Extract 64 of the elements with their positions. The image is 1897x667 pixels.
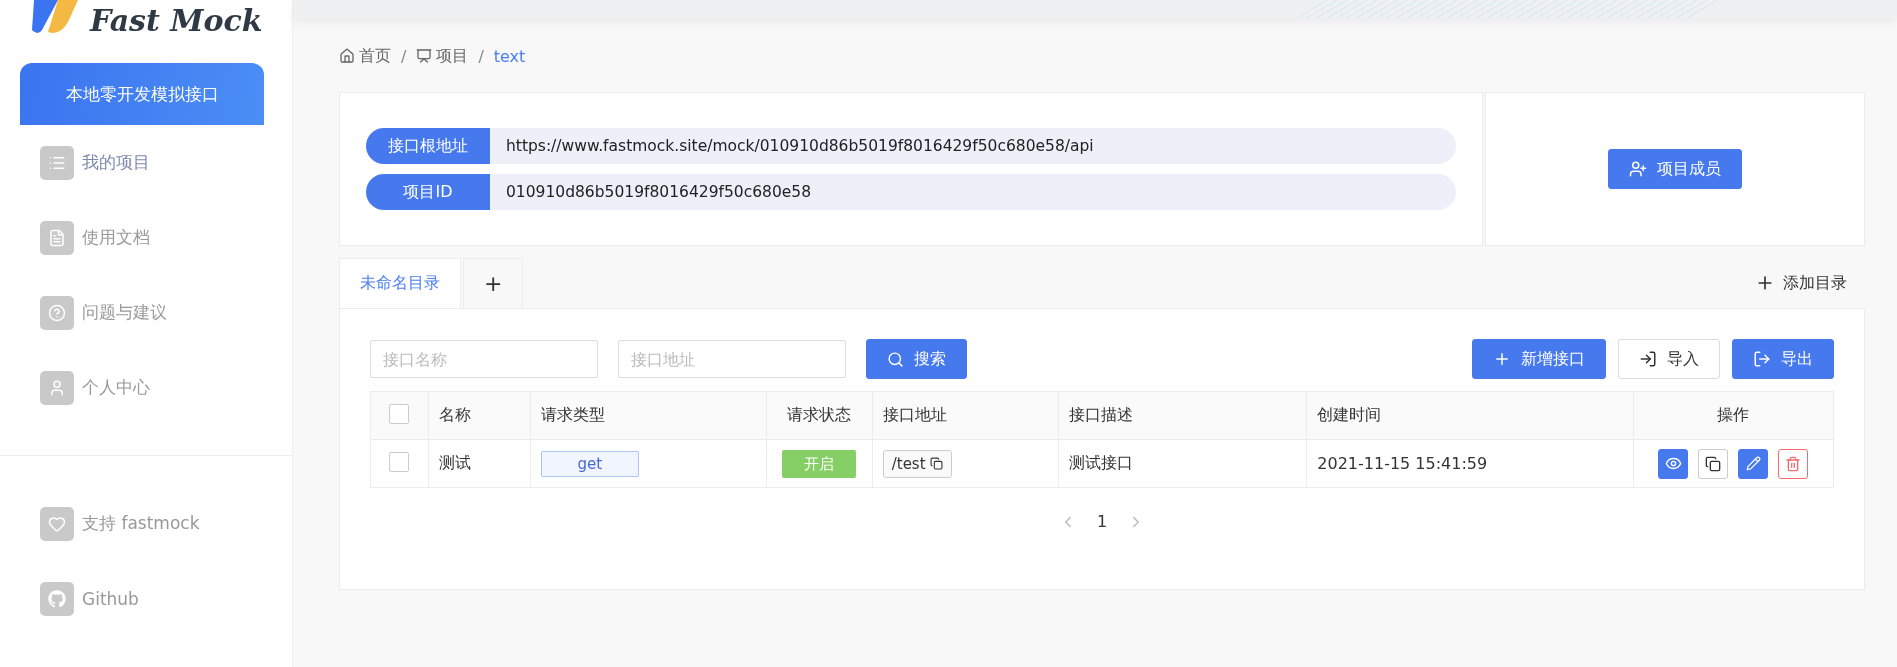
column-header: 创建时间 xyxy=(1306,391,1634,440)
document-icon xyxy=(48,228,66,247)
sidebar-item[interactable]: 问题与建议 xyxy=(0,275,292,350)
help-icon xyxy=(48,303,66,322)
search-icon xyxy=(887,350,904,368)
eye-icon xyxy=(1665,455,1682,472)
trash-icon xyxy=(1785,455,1802,472)
method-tag: get xyxy=(540,450,639,477)
promo-button[interactable]: 本地零开发模拟接口 xyxy=(20,63,264,125)
sidebar-item[interactable]: Github xyxy=(0,561,292,636)
breadcrumb-separator: / xyxy=(478,46,484,66)
column-header: 操作 xyxy=(1633,391,1834,440)
sidebar-item[interactable]: 使用文档 xyxy=(0,200,292,275)
export-icon xyxy=(1753,350,1771,368)
status-tag: 开启 xyxy=(782,449,857,478)
search-button[interactable]: 搜索 xyxy=(866,339,967,379)
sidebar-item[interactable]: 我的项目 xyxy=(0,125,292,200)
home-icon xyxy=(339,48,355,64)
presentation-icon xyxy=(416,48,433,64)
breadcrumb-link[interactable]: text xyxy=(493,46,526,66)
sidebar-item[interactable]: 支持 fastmock xyxy=(0,486,292,561)
info-label: 接口根地址 xyxy=(366,128,490,164)
tab[interactable]: + xyxy=(463,258,524,308)
action-button[interactable]: 导入 xyxy=(1618,339,1720,379)
breadcrumb-link[interactable]: 项目 xyxy=(416,45,469,67)
import-icon xyxy=(1639,350,1657,368)
table-cell: 测试 xyxy=(428,439,531,488)
column-header: 接口描述 xyxy=(1058,391,1307,440)
checkbox[interactable] xyxy=(389,403,410,424)
info-value: https://www.fastmock.site/mock/010910d86b5019f8016429f50c680e58/api xyxy=(490,128,1456,164)
tab[interactable]: 未命名目录 xyxy=(339,258,461,308)
github-icon xyxy=(48,589,66,608)
page-number[interactable]: 1 xyxy=(1092,512,1112,531)
column-header: 接口地址 xyxy=(872,391,1059,440)
column-header: 请求状态 xyxy=(766,391,873,440)
column-header: 名称 xyxy=(428,391,531,440)
heart-icon xyxy=(48,514,66,533)
table-cell: 测试接口 xyxy=(1058,439,1307,488)
checkbox[interactable] xyxy=(389,451,410,472)
delete-button[interactable] xyxy=(1778,448,1809,479)
action-button[interactable]: 新增接口 xyxy=(1472,339,1606,379)
breadcrumb-link[interactable]: 首页 xyxy=(339,45,391,67)
action-button[interactable]: 导出 xyxy=(1732,339,1834,379)
view-button[interactable] xyxy=(1658,448,1689,479)
sidebar-item[interactable]: 个人中心 xyxy=(0,350,292,425)
info-value: 010910d86b5019f8016429f50c680e58 xyxy=(490,174,1456,210)
breadcrumb-separator: / xyxy=(401,46,407,66)
copy-button[interactable] xyxy=(1698,448,1729,479)
info-label: 项目ID xyxy=(366,174,490,210)
table-cell: 2021-11-15 15:41:59 xyxy=(1306,439,1634,488)
input-field[interactable]: 接口地址 xyxy=(618,340,846,378)
copy-icon xyxy=(1705,455,1722,472)
path-tag[interactable]: /test xyxy=(882,449,952,478)
add-directory-button[interactable]: 添加目录 xyxy=(1749,271,1865,295)
user-icon xyxy=(48,378,66,397)
copy-icon xyxy=(929,457,943,470)
members-button[interactable]: 项目成员 xyxy=(1608,149,1742,189)
user-plus-icon xyxy=(1629,160,1647,178)
edit-button[interactable] xyxy=(1738,448,1769,479)
column-header: 请求类型 xyxy=(530,391,767,440)
pencil-icon xyxy=(1746,456,1761,471)
plus-icon xyxy=(1493,350,1511,368)
logo-text: Fast Mock xyxy=(90,6,263,36)
input-field[interactable]: 接口名称 xyxy=(370,340,598,378)
